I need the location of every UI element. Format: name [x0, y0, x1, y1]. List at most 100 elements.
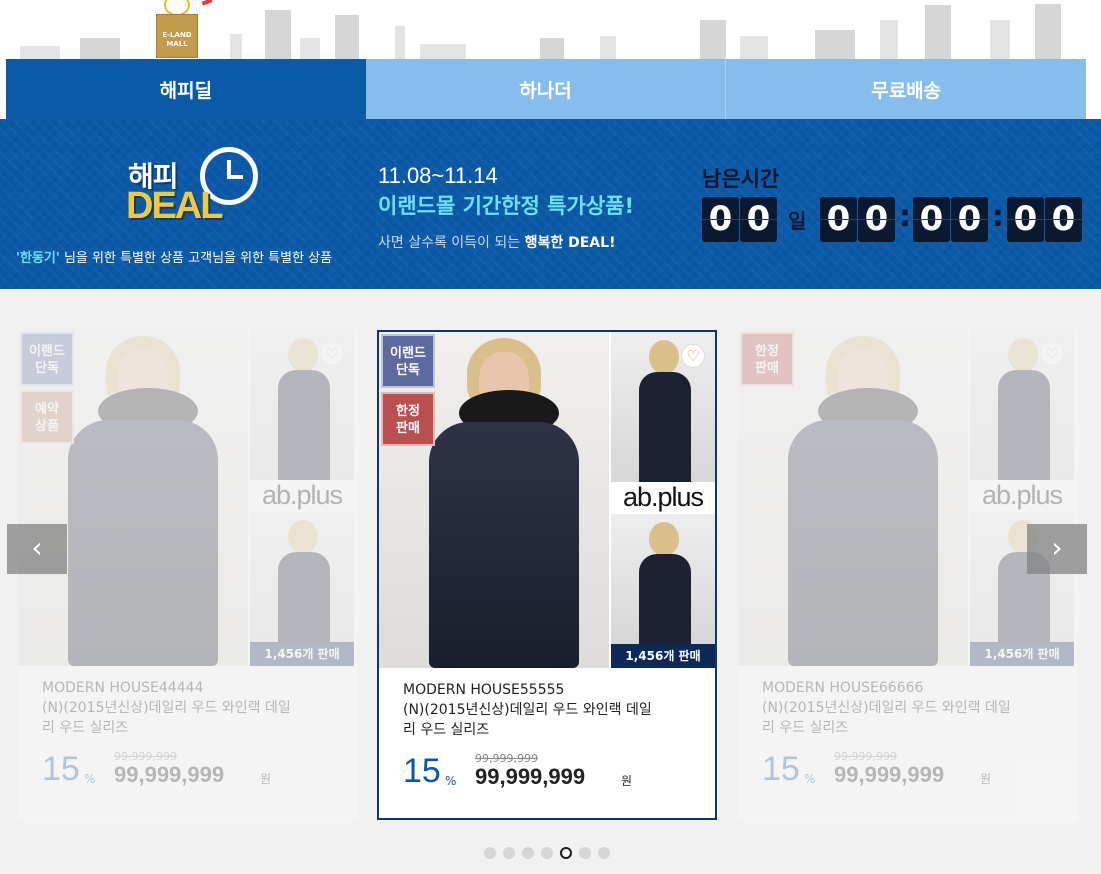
deal-banner: 해피 DEAL '한동기' 님을 위한 특별한 상품 고객님을 위한 특별한 상…: [0, 119, 1101, 289]
brand-logo: ab.plus: [611, 482, 715, 512]
sale-price: 99,999,999: [114, 762, 225, 787]
carousel-dot[interactable]: [522, 847, 534, 859]
member-message-text: 님을 위한 특별한 상품 고객님을 위한 특별한 상품: [59, 251, 333, 266]
deal-tagline: 사면 살수록 이득이 되는 행복한 DEAL!: [378, 232, 615, 252]
skyline-header: E-LAND MALL: [0, 0, 1101, 60]
skyline-building: [265, 10, 291, 60]
discount-rate: 15: [762, 750, 800, 788]
tagline-text: 사면 살수록 이득이 되는: [378, 235, 525, 251]
heart-icon[interactable]: ♡: [320, 342, 344, 366]
sold-count: 1,456개 판매: [250, 642, 354, 666]
badge-text: 상품: [35, 419, 59, 434]
product-subtitle: (N)(2015년신상)데일리 우드 와인랙 데일: [762, 700, 1011, 716]
carousel-dot[interactable]: [484, 847, 496, 859]
carousel-dot[interactable]: [541, 847, 553, 859]
carousel-next-button[interactable]: ›: [1027, 524, 1087, 574]
heart-icon[interactable]: ♡: [681, 344, 705, 368]
timer-minute-digit: 0: [913, 197, 950, 242]
price-row: 15 % 99,999,999 99,999,999 원: [762, 750, 1052, 790]
chevron-right-icon: ›: [1051, 531, 1063, 564]
product-card[interactable]: ab.plus 1,456개 판매 ♡ 한정 판매 MODERN HOUSE666…: [738, 330, 1078, 820]
timer-day-unit: 일: [788, 209, 807, 233]
badge-text: 예약: [35, 402, 59, 417]
carousel-pagination: [484, 847, 610, 861]
skyline-building: [700, 20, 726, 60]
timer-separator: :: [992, 199, 1004, 234]
skyline-building: [80, 38, 120, 60]
happy-deal-logo: 해피 DEAL: [120, 145, 270, 240]
product-card-active[interactable]: ab.plus 1,456개 판매 ♡ 이랜드 단독 한정 판매 MODERN HO…: [377, 330, 717, 820]
skyline-building: [395, 26, 405, 60]
logo-text-bottom: DEAL: [126, 185, 223, 227]
skyline-building: [335, 15, 359, 60]
product-carousel: ab.plus 1,456개 판매 ♡ 이랜드단독 예약상품 MODERN HO…: [0, 289, 1101, 874]
badge-reserve: 예약상품: [20, 390, 74, 444]
tagline-bold: 행복한 DEAL!: [524, 235, 616, 251]
product-title: MODERN HOUSE44444: [42, 680, 204, 696]
heart-icon[interactable]: ♡: [1040, 342, 1064, 366]
skyline-building: [740, 36, 768, 60]
badge-text: 단독: [396, 363, 420, 378]
carousel-dot[interactable]: [598, 847, 610, 859]
timer-minute-digit: 0: [951, 197, 988, 242]
price-row: 15 % 99,999,999 99,999,999 원: [42, 750, 332, 790]
tab-one-more[interactable]: 하나더: [365, 59, 727, 119]
brand-logo: ab.plus: [970, 480, 1074, 510]
carousel-dot[interactable]: [503, 847, 515, 859]
badge-text: 한정: [396, 404, 420, 419]
skyline-building: [540, 38, 564, 60]
deal-headline: 이랜드몰 기간한정 특가상품!: [378, 194, 635, 218]
timer-second-digit: 0: [1045, 197, 1082, 242]
timer-separator: :: [899, 199, 911, 234]
discount-unit: %: [84, 772, 96, 786]
product-thumb-image: [250, 512, 354, 642]
skyline-building: [420, 44, 466, 60]
mascot-box-text: MALL: [166, 40, 188, 48]
discount-unit: %: [445, 774, 457, 788]
sold-count: 1,456개 판매: [611, 644, 715, 668]
product-thumb-image: [611, 514, 715, 644]
member-name: '한동기': [16, 251, 60, 266]
carousel-prev-button[interactable]: ‹: [7, 524, 67, 574]
product-title: MODERN HOUSE55555: [403, 682, 565, 698]
skyline-building: [230, 34, 242, 60]
discount-rate: 15: [403, 752, 441, 790]
timer-label: 남은시간: [702, 167, 780, 191]
carousel-dot[interactable]: [579, 847, 591, 859]
mascot-box: E-LAND MALL: [156, 14, 198, 58]
product-subtitle: 리 우드 실리즈: [42, 720, 129, 736]
currency-unit: 원: [980, 772, 992, 786]
mascot-box-text: E-LAND: [162, 31, 192, 39]
eland-mall-mascot: E-LAND MALL: [150, 0, 213, 58]
timer-second-digit: 0: [1007, 197, 1044, 242]
sale-price: 99,999,999: [834, 762, 945, 787]
skyline-building: [20, 46, 60, 60]
skyline-building: [300, 38, 320, 60]
badge-text: 단독: [35, 361, 59, 376]
discount-unit: %: [804, 772, 816, 786]
product-subtitle: (N)(2015년신상)데일리 우드 와인랙 데일: [42, 700, 291, 716]
skyline-building: [1035, 4, 1061, 60]
product-info: MODERN HOUSE66666 (N)(2015년신상)데일리 우드 와인랙…: [738, 666, 1078, 820]
deal-period: 11.08~11.14: [378, 163, 498, 188]
product-card[interactable]: ab.plus 1,456개 판매 ♡ 이랜드 단독 예약 상품 MODERN HO…: [18, 330, 358, 820]
badge-limited: 한정 판매: [740, 332, 794, 386]
badge-text: 이랜드: [29, 344, 65, 359]
currency-unit: 원: [260, 772, 272, 786]
tab-happy-deal[interactable]: 해피딜: [6, 59, 366, 119]
badge-exclusive: 이랜드단독: [20, 332, 74, 386]
badge-text: 판매: [755, 361, 779, 376]
skyline-building: [880, 20, 898, 60]
badge-limited: 한정판매: [381, 392, 435, 446]
product-title: MODERN HOUSE66666: [762, 680, 924, 696]
price-row: 15 % 99,999,999 99,999,999 원: [403, 752, 693, 792]
tab-free-shipping[interactable]: 무료배송: [726, 59, 1087, 119]
product-subtitle: 리 우드 실리즈: [762, 720, 849, 736]
sold-count: 1,456개 판매: [970, 642, 1074, 666]
timer-day-digit: 0: [702, 197, 739, 242]
product-info: MODERN HOUSE44444 (N)(2015년신상)데일리 우드 와인랙…: [18, 666, 358, 820]
badge-text: 판매: [396, 421, 420, 436]
carousel-dot[interactable]: [560, 847, 572, 859]
skyline-building: [925, 5, 951, 60]
skyline-building: [600, 36, 616, 60]
